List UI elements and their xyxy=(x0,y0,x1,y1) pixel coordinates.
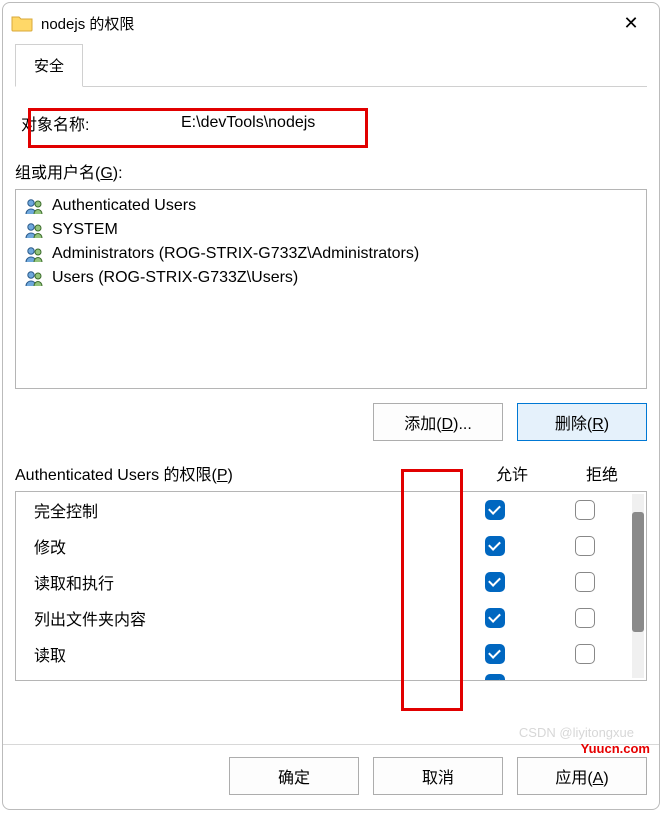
watermark-yuucn: Yuucn.com xyxy=(581,741,650,756)
list-item-label: Authenticated Users xyxy=(52,197,196,215)
window-title: nodejs 的权限 xyxy=(41,13,611,34)
object-name-value: E:\devTools\nodejs xyxy=(181,114,315,132)
deny-checkbox[interactable] xyxy=(575,500,595,520)
allow-checkbox[interactable] xyxy=(485,500,505,520)
cancel-button[interactable]: 取消 xyxy=(373,757,503,795)
add-button[interactable]: 添加(D)... xyxy=(373,403,503,441)
permission-row: 列出文件夹内容 xyxy=(16,600,630,636)
allow-checkbox[interactable] xyxy=(485,644,505,664)
ok-button[interactable]: 确定 xyxy=(229,757,359,795)
group-buttons-row: 添加(D)... 删除(R) xyxy=(15,403,647,441)
permissions-rows: 完全控制修改读取和执行列出文件夹内容读取 xyxy=(16,492,630,680)
allow-checkbox[interactable] xyxy=(485,608,505,628)
object-name-row: 对象名称: E:\devTools\nodejs xyxy=(15,105,647,141)
list-item[interactable]: Users (ROG-STRIX-G733Z\Users) xyxy=(16,266,646,290)
permission-name: 完全控制 xyxy=(34,498,450,522)
permissions-header: Authenticated Users 的权限(P) 允许 拒绝 xyxy=(15,461,647,485)
permission-row: 读取 xyxy=(16,636,630,672)
permissions-grid: 完全控制修改读取和执行列出文件夹内容读取 xyxy=(15,491,647,681)
tab-row: 安全 xyxy=(15,43,647,87)
permission-row: 完全控制 xyxy=(16,492,630,528)
close-button[interactable]: ✕ xyxy=(611,13,651,34)
groups-listbox[interactable]: Authenticated Users SYSTEM Administrators … xyxy=(15,189,647,389)
footer-buttons: 确定 取消 应用(A) xyxy=(3,744,659,809)
allow-col-header: 允许 xyxy=(467,461,557,485)
deny-checkbox[interactable] xyxy=(575,536,595,556)
allow-checkbox[interactable] xyxy=(485,674,505,680)
deny-col-header: 拒绝 xyxy=(557,461,647,485)
allow-checkbox[interactable] xyxy=(485,536,505,556)
permissions-dialog: nodejs 的权限 ✕ 安全 对象名称: E:\devTools\nodejs… xyxy=(2,2,660,810)
folder-icon xyxy=(11,14,33,32)
list-item-label: Administrators (ROG-STRIX-G733Z\Administ… xyxy=(52,245,419,263)
permission-name: 修改 xyxy=(34,534,450,558)
watermark-csdn: CSDN @liyitongxue xyxy=(519,725,634,740)
scrollbar-track[interactable] xyxy=(632,494,644,678)
permission-row: 读取和执行 xyxy=(16,564,630,600)
allow-checkbox[interactable] xyxy=(485,572,505,592)
scrollbar-thumb[interactable] xyxy=(632,512,644,632)
groups-label: 组或用户名(G): xyxy=(15,159,647,183)
dialog-body: 安全 对象名称: E:\devTools\nodejs 组或用户名(G): Au… xyxy=(3,43,659,744)
permission-row: 修改 xyxy=(16,528,630,564)
list-item-label: Users (ROG-STRIX-G733Z\Users) xyxy=(52,269,298,287)
permission-name: 读取 xyxy=(34,642,450,666)
deny-checkbox[interactable] xyxy=(575,572,595,592)
object-name-label: 对象名称: xyxy=(21,111,181,135)
remove-button[interactable]: 删除(R) xyxy=(517,403,647,441)
apply-button[interactable]: 应用(A) xyxy=(517,757,647,795)
deny-checkbox[interactable] xyxy=(575,644,595,664)
permission-name: 列出文件夹内容 xyxy=(34,606,450,630)
tab-security[interactable]: 安全 xyxy=(15,44,83,87)
list-item[interactable]: Administrators (ROG-STRIX-G733Z\Administ… xyxy=(16,242,646,266)
permission-name: 读取和执行 xyxy=(34,570,450,594)
list-item[interactable]: SYSTEM xyxy=(16,218,646,242)
deny-checkbox[interactable] xyxy=(575,608,595,628)
list-item-label: SYSTEM xyxy=(52,221,118,239)
titlebar: nodejs 的权限 ✕ xyxy=(3,3,659,43)
permissions-label: Authenticated Users 的权限(P) xyxy=(15,461,467,485)
list-item[interactable]: Authenticated Users xyxy=(16,194,646,218)
